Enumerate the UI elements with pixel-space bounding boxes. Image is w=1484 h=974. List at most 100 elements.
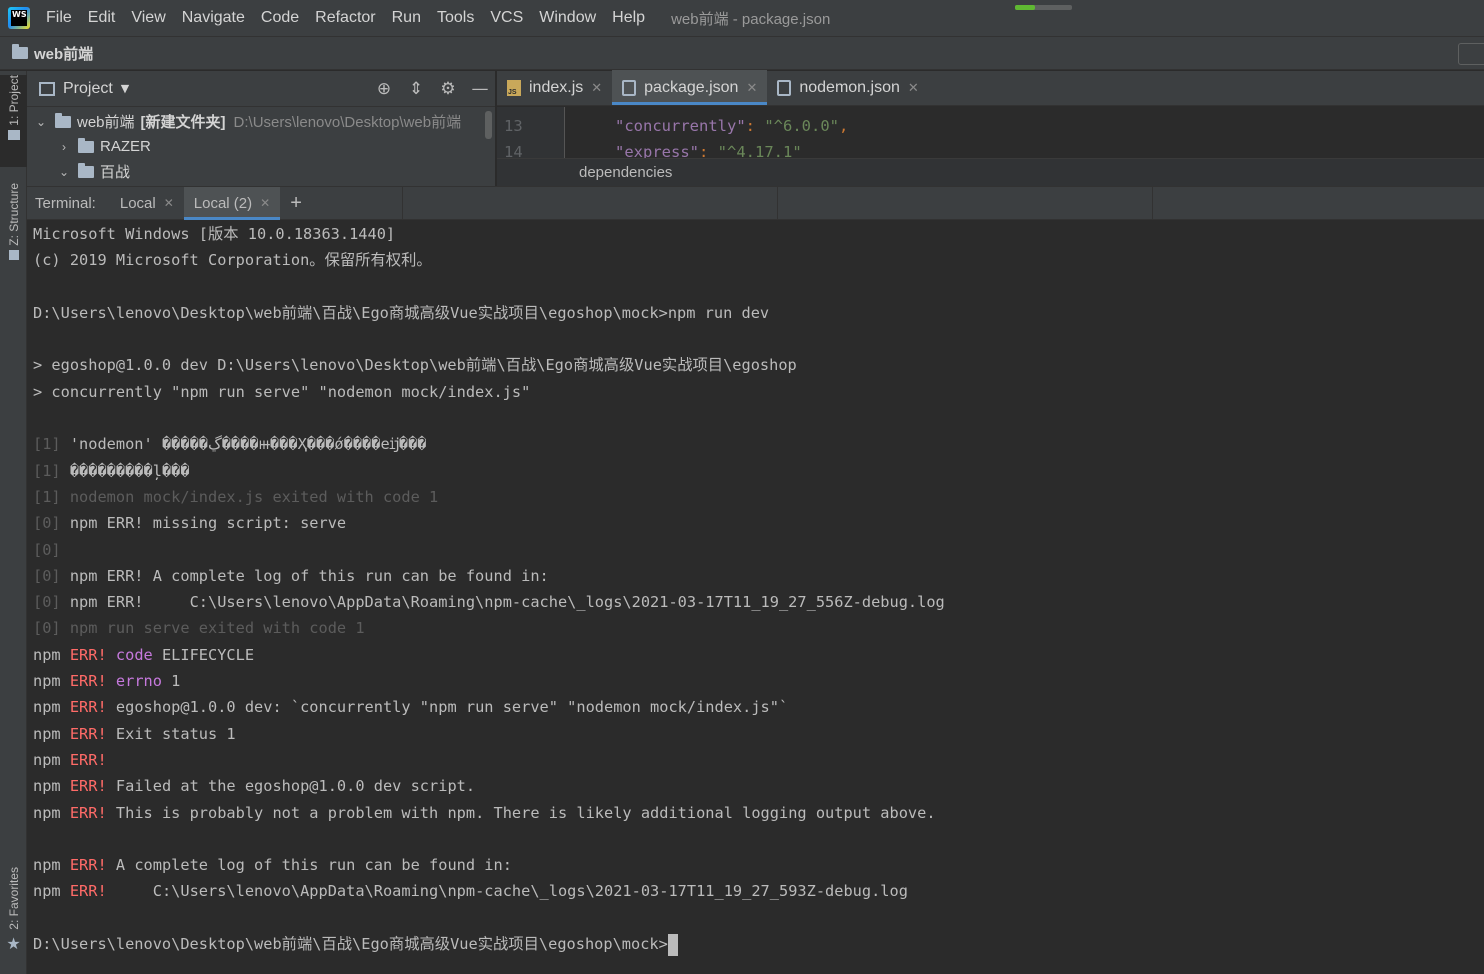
project-view-icon xyxy=(39,81,55,96)
navigation-bar: web前端 xyxy=(0,36,1484,70)
terminal-text: [0] xyxy=(33,593,70,612)
terminal-text: [1] xyxy=(33,461,70,480)
project-tree: ⌄ web前端 [新建文件夹] D:\Users\lenovo\Desktop\… xyxy=(27,107,495,184)
left-tool-stripe: 1: Project Z: Structure 2: Favorites ★ xyxy=(0,71,27,974)
folder-icon xyxy=(12,44,28,59)
collapse-all-icon[interactable]: ⇕ xyxy=(407,79,425,99)
terminal-text: npm ERR! C:\Users\lenovo\AppData\Roaming… xyxy=(69,593,945,612)
terminal-text: (c) 2019 Microsoft Corporation。保留所有权利。 xyxy=(33,251,432,270)
terminal-tab-local-2[interactable]: Local (2) ✕ xyxy=(183,186,281,220)
close-icon[interactable]: ✕ xyxy=(908,80,919,96)
structure-tool-button[interactable]: Z: Structure xyxy=(0,183,27,283)
terminal-prompt-line[interactable]: D:\Users\lenovo\Desktop\web前端\百战\Ego商城高级… xyxy=(33,931,1484,957)
project-panel: Project ▼ ⊕ ⇕ ⚙ — ⌄ web前端 [新建文件夹] D:\Use… xyxy=(27,71,496,186)
menu-window[interactable]: Window xyxy=(531,9,604,27)
favorites-tool-button[interactable]: 2: Favorites ★ xyxy=(0,867,27,967)
terminal-text: [1] nodemon mock/index.js exited with co… xyxy=(33,487,439,506)
window-title: web前端 - package.json xyxy=(671,10,831,28)
locate-file-icon[interactable]: ⊕ xyxy=(375,79,393,99)
new-terminal-plus-icon[interactable]: + xyxy=(290,192,302,215)
chevron-down-icon[interactable]: ⌄ xyxy=(35,115,47,129)
tree-item-root[interactable]: ⌄ web前端 [新建文件夹] D:\Users\lenovo\Desktop\… xyxy=(27,109,495,134)
close-icon[interactable]: ✕ xyxy=(164,196,174,210)
folder-icon xyxy=(7,129,20,140)
menu-file[interactable]: File xyxy=(38,9,80,27)
add-configuration-button[interactable] xyxy=(1458,43,1484,65)
terminal-line: npm ERR! egoshop@1.0.0 dev: `concurrentl… xyxy=(33,694,1484,720)
webstorm-logo-icon: WS xyxy=(8,7,30,29)
hide-panel-icon[interactable]: — xyxy=(471,79,489,99)
terminal-line: [0] npm ERR! A complete log of this run … xyxy=(33,563,1484,589)
project-tool-button[interactable]: 1: Project xyxy=(0,75,27,167)
chevron-down-icon[interactable]: ⌄ xyxy=(58,165,70,179)
json-file-icon xyxy=(777,79,792,96)
tree-item-baizhan[interactable]: ⌄ 百战 xyxy=(27,159,495,184)
close-icon[interactable]: ✕ xyxy=(591,80,602,96)
terminal-text: [0] xyxy=(33,514,70,533)
terminal-line: npm ERR! Exit status 1 xyxy=(33,721,1484,747)
error-label: ERR! xyxy=(69,750,107,769)
folder-icon xyxy=(55,112,71,128)
terminal-text: > concurrently "npm run serve" "nodemon … xyxy=(33,382,531,401)
editor: index.js ✕ package.json ✕ nodemon.json ✕… xyxy=(497,70,1484,186)
close-icon[interactable]: ✕ xyxy=(260,196,270,210)
background-task-progress[interactable] xyxy=(1015,5,1072,10)
folder-icon xyxy=(78,137,94,153)
terminal-text: npm xyxy=(33,672,70,691)
star-icon: ★ xyxy=(6,933,21,953)
terminal-text: 'nodemon' �����ڲ����ⲿ���Ҳ���ǿ����еĳ��� xyxy=(69,435,427,454)
terminal-line: > concurrently "npm run serve" "nodemon … xyxy=(33,379,1484,405)
menu-code[interactable]: Code xyxy=(253,9,307,27)
gear-icon[interactable]: ⚙ xyxy=(439,79,457,99)
menu-refactor[interactable]: Refactor xyxy=(307,9,383,27)
breadcrumb-project[interactable]: web前端 xyxy=(34,43,93,64)
editor-breadcrumb: dependencies xyxy=(497,158,1484,186)
menu-vcs[interactable]: VCS xyxy=(482,9,531,27)
terminal-label: Terminal: xyxy=(35,194,96,212)
menu-tools[interactable]: Tools xyxy=(429,9,482,27)
code-line: 13 "concurrently": "^6.0.0", xyxy=(504,117,849,135)
divider xyxy=(1152,187,1153,220)
terminal-line: npm ERR! C:\Users\lenovo\AppData\Roaming… xyxy=(33,878,1484,904)
terminal-output[interactable]: Microsoft Windows [版本 10.0.18363.1440] (c… xyxy=(27,221,1484,974)
chevron-right-icon[interactable]: › xyxy=(58,140,70,154)
terminal-line: [0] xyxy=(33,537,1484,563)
tab-package-json[interactable]: package.json ✕ xyxy=(612,70,768,105)
code-area[interactable]: 13 "concurrently": "^6.0.0", 14 "express… xyxy=(497,107,1484,158)
tab-index-js[interactable]: index.js ✕ xyxy=(497,70,612,105)
terminal-line: npm ERR! errno 1 xyxy=(33,668,1484,694)
terminal-tab-local[interactable]: Local ✕ xyxy=(110,187,184,220)
folder-icon xyxy=(78,162,94,178)
menu-run[interactable]: Run xyxy=(384,9,429,27)
terminal-line: npm ERR! This is probably not a problem … xyxy=(33,800,1484,826)
chevron-down-icon[interactable]: ▼ xyxy=(121,82,129,95)
menu-help[interactable]: Help xyxy=(604,9,653,27)
terminal-line: (c) 2019 Microsoft Corporation。保留所有权利。 xyxy=(33,247,1484,273)
error-label: ERR! xyxy=(69,856,107,875)
project-view-selector[interactable]: Project xyxy=(63,80,113,98)
terminal-line: [1] 'nodemon' �����ڲ����ⲿ���Ҳ���ǿ����еĳ�… xyxy=(33,431,1484,457)
terminal-text: npm ERR! A complete log of this run can … xyxy=(69,566,549,585)
project-scrollbar[interactable] xyxy=(485,111,492,139)
terminal-line: npm ERR! xyxy=(33,747,1484,773)
menu-navigate[interactable]: Navigate xyxy=(174,9,253,27)
structure-icon xyxy=(8,249,19,260)
menu-edit[interactable]: Edit xyxy=(80,9,124,27)
terminal-text: npm xyxy=(33,882,70,901)
terminal-text: [1] xyxy=(33,435,70,454)
menu-bar: WS File Edit View Navigate Code Refactor… xyxy=(0,0,1484,36)
tree-item-razer[interactable]: › RAZER xyxy=(27,134,495,159)
tab-nodemon-json[interactable]: nodemon.json ✕ xyxy=(767,70,928,105)
terminal-text: Exit status 1 xyxy=(106,724,236,743)
breadcrumb-dependencies[interactable]: dependencies xyxy=(579,164,672,181)
divider xyxy=(402,187,403,220)
error-label: ERR! xyxy=(69,672,107,691)
terminal-text: A complete log of this run can be found … xyxy=(106,856,512,875)
menu-view[interactable]: View xyxy=(123,9,173,27)
close-icon[interactable]: ✕ xyxy=(746,80,757,96)
